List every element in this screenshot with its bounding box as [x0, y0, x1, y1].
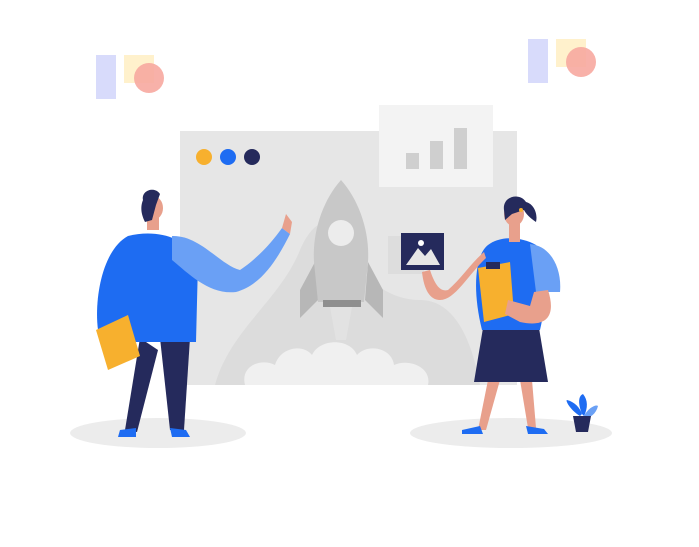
image-icon [401, 233, 444, 270]
window-dot-navy [244, 149, 260, 165]
rocket-launch-illustration [70, 39, 612, 448]
chart-bar [454, 128, 467, 169]
bar-chart-card [379, 105, 493, 187]
decor-shapes-left [96, 55, 164, 99]
ground-shadow-left [70, 418, 246, 448]
decor-shapes-right [528, 39, 596, 83]
window-dot-blue [220, 149, 236, 165]
chart-bar [430, 141, 443, 169]
chart-bar [406, 153, 419, 169]
window-dot-orange [196, 149, 212, 165]
